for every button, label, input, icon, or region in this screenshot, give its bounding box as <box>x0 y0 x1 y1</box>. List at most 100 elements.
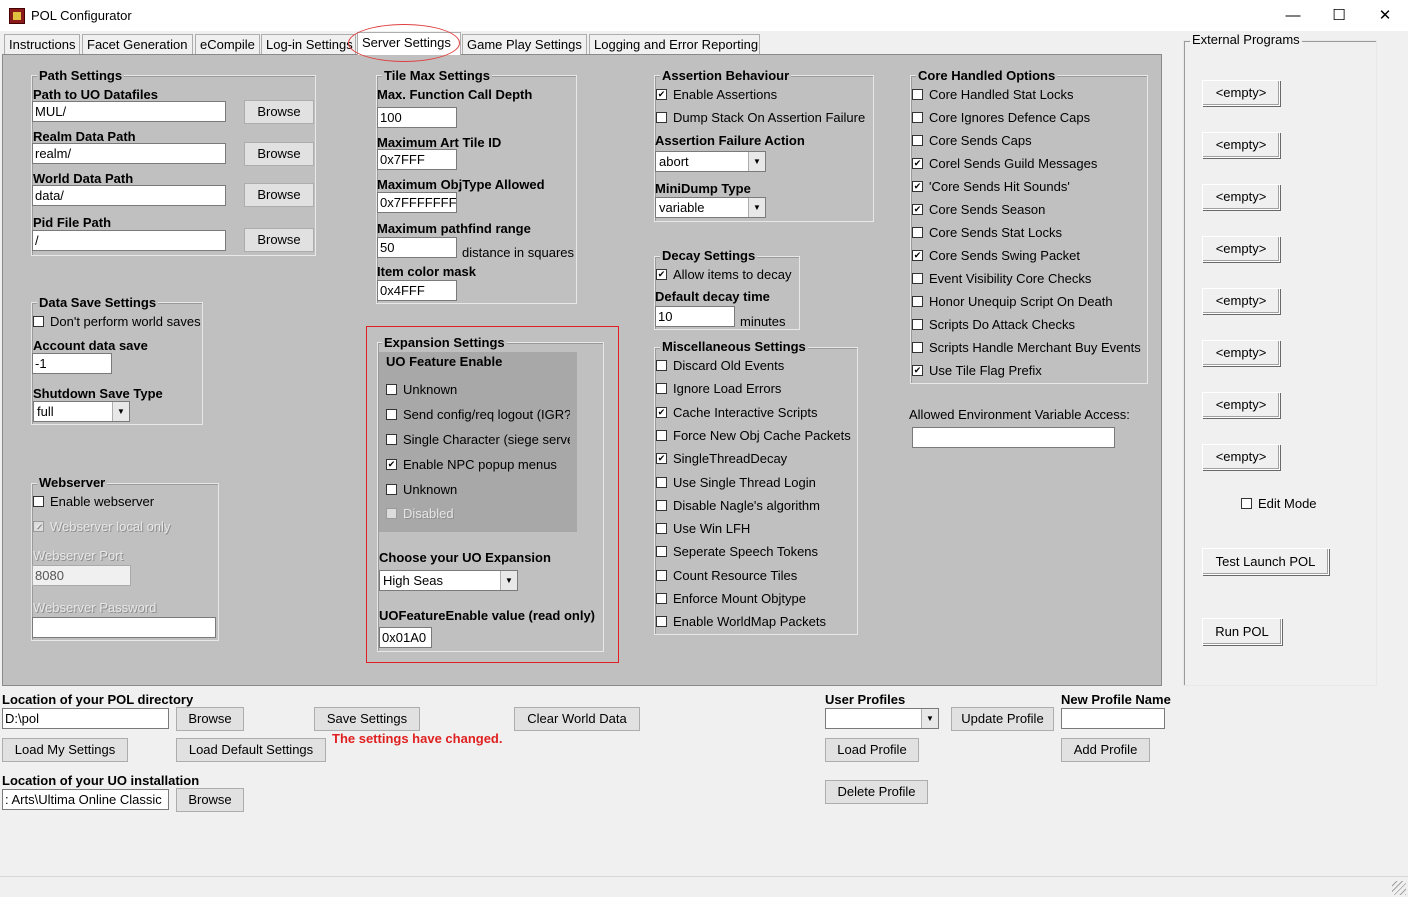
pol-dir-browse-button[interactable]: Browse <box>176 707 244 731</box>
core-option-checkbox-2[interactable]: Core Sends Caps <box>912 132 1032 150</box>
tab-ecompile[interactable]: eCompile <box>195 34 260 54</box>
misc-option-checkbox-1[interactable]: Ignore Load Errors <box>656 380 781 398</box>
new-profile-input[interactable] <box>1061 708 1165 729</box>
world-path-browse-button[interactable]: Browse <box>244 183 314 207</box>
realm-path-input[interactable]: realm/ <box>32 143 226 164</box>
core-option-checkbox-8[interactable]: Event Visibility Core Checks <box>912 270 1091 288</box>
color-mask-input[interactable]: 0x4FFF <box>377 280 457 301</box>
core-option-checkbox-1[interactable]: Core Ignores Defence Caps <box>912 109 1090 127</box>
feature-disabled-checkbox[interactable]: Disabled <box>386 505 454 523</box>
save-settings-button[interactable]: Save Settings <box>314 707 420 731</box>
edit-mode-checkbox[interactable]: Edit Mode <box>1241 495 1317 513</box>
shutdown-save-select[interactable]: full ▼ <box>33 401 130 422</box>
add-profile-button[interactable]: Add Profile <box>1061 738 1150 762</box>
close-button[interactable]: ✕ <box>1362 0 1408 31</box>
misc-option-box-1 <box>656 383 667 395</box>
resize-grip-icon[interactable] <box>1392 881 1406 895</box>
external-program-slot-4[interactable]: <empty> <box>1202 288 1280 314</box>
core-option-checkbox-0[interactable]: Core Handled Stat Locks <box>912 86 1074 104</box>
maximize-button[interactable]: ☐ <box>1316 0 1362 31</box>
feature-logout-checkbox[interactable]: Send config/req logout (IGR? <box>386 406 570 424</box>
core-option-checkbox-5[interactable]: Core Sends Season <box>912 201 1045 219</box>
world-path-input[interactable]: data/ <box>32 185 226 206</box>
dump-stack-checkbox[interactable]: Dump Stack On Assertion Failure <box>656 109 865 127</box>
misc-option-checkbox-3[interactable]: Force New Obj Cache Packets <box>656 427 851 445</box>
tab-logging-error-reporting[interactable]: Logging and Error Reporting <box>589 34 760 54</box>
external-program-slot-7[interactable]: <empty> <box>1202 444 1280 470</box>
horizontal-scrollbar[interactable] <box>0 876 1408 897</box>
core-option-checkbox-12[interactable]: Use Tile Flag Prefix <box>912 362 1042 380</box>
load-default-settings-button[interactable]: Load Default Settings <box>176 738 326 762</box>
core-option-checkbox-4[interactable]: 'Core Sends Hit Sounds' <box>912 178 1070 196</box>
core-option-checkbox-9[interactable]: Honor Unequip Script On Death <box>912 293 1113 311</box>
misc-option-checkbox-5[interactable]: Use Single Thread Login <box>656 474 816 492</box>
feature-npc-popup-checkbox[interactable]: Enable NPC popup menus <box>386 456 557 474</box>
feature-single-char-checkbox[interactable]: Single Character (siege serve <box>386 431 570 449</box>
pid-path-browse-button[interactable]: Browse <box>244 228 314 252</box>
allow-decay-checkbox[interactable]: Allow items to decay <box>656 266 792 284</box>
core-option-checkbox-7[interactable]: Core Sends Swing Packet <box>912 247 1080 265</box>
enable-webserver-checkbox[interactable]: Enable webserver <box>33 493 154 511</box>
art-tile-input[interactable]: 0x7FFF <box>377 149 457 170</box>
webserver-port-input[interactable]: 8080 <box>32 565 131 586</box>
core-option-checkbox-6[interactable]: Core Sends Stat Locks <box>912 224 1062 242</box>
external-program-slot-1[interactable]: <empty> <box>1202 132 1280 158</box>
uo-install-browse-button[interactable]: Browse <box>176 788 244 812</box>
feature-unknown-2-checkbox[interactable]: Unknown <box>386 481 457 499</box>
external-program-slot-0[interactable]: <empty> <box>1202 80 1280 106</box>
feature-unknown-1-checkbox[interactable]: Unknown <box>386 381 457 399</box>
load-profile-button[interactable]: Load Profile <box>825 738 919 762</box>
webserver-local-checkbox[interactable]: Webserver local only <box>33 518 170 536</box>
tab-facet-generation[interactable]: Facet Generation <box>82 34 193 54</box>
misc-option-checkbox-6[interactable]: Disable Nagle's algorithm <box>656 497 820 515</box>
core-option-checkbox-10[interactable]: Scripts Do Attack Checks <box>912 316 1075 334</box>
failure-action-value: abort <box>659 154 689 169</box>
misc-option-checkbox-2[interactable]: Cache Interactive Scripts <box>656 404 818 422</box>
tab-login-settings[interactable]: Log-in Settings <box>261 34 356 54</box>
clear-world-data-button[interactable]: Clear World Data <box>514 707 640 731</box>
tab-game-play-settings[interactable]: Game Play Settings <box>462 34 587 54</box>
failure-action-select[interactable]: abort ▼ <box>655 151 766 172</box>
misc-option-checkbox-9[interactable]: Count Resource Tiles <box>656 567 797 585</box>
data-save-title: Data Save Settings <box>37 295 159 310</box>
misc-option-checkbox-10[interactable]: Enforce Mount Objtype <box>656 590 806 608</box>
test-launch-button[interactable]: Test Launch POL <box>1202 548 1329 575</box>
tab-instructions[interactable]: Instructions <box>4 34 80 54</box>
user-profiles-select[interactable]: ▼ <box>825 708 939 729</box>
uo-install-input[interactable]: : Arts\Ultima Online Classic <box>2 789 169 810</box>
minimize-button[interactable]: — <box>1270 0 1316 31</box>
external-program-slot-3[interactable]: <empty> <box>1202 236 1280 262</box>
external-program-slot-2[interactable]: <empty> <box>1202 184 1280 210</box>
pid-path-input[interactable]: / <box>32 230 226 251</box>
enable-assertions-checkbox[interactable]: Enable Assertions <box>656 86 777 104</box>
external-program-slot-6[interactable]: <empty> <box>1202 392 1280 418</box>
run-pol-button[interactable]: Run POL <box>1202 618 1282 645</box>
core-option-checkbox-11[interactable]: Scripts Handle Merchant Buy Events <box>912 339 1141 357</box>
delete-profile-button[interactable]: Delete Profile <box>825 780 928 804</box>
external-program-slot-5[interactable]: <empty> <box>1202 340 1280 366</box>
misc-option-checkbox-8[interactable]: Seperate Speech Tokens <box>656 543 818 561</box>
misc-option-checkbox-0[interactable]: Discard Old Events <box>656 357 784 375</box>
uo-datafiles-input[interactable]: MUL/ <box>32 101 226 122</box>
account-save-input[interactable]: -1 <box>32 353 112 374</box>
misc-option-checkbox-4[interactable]: SingleThreadDecay <box>656 450 787 468</box>
objtype-input[interactable]: 0x7FFFFFFF <box>377 192 457 213</box>
dont-save-checkbox[interactable]: Don't perform world saves <box>33 313 201 331</box>
webserver-password-input[interactable] <box>32 617 216 638</box>
misc-option-checkbox-11[interactable]: Enable WorldMap Packets <box>656 613 826 631</box>
minidump-select[interactable]: variable ▼ <box>655 197 766 218</box>
env-access-input[interactable] <box>912 427 1115 448</box>
pol-dir-input[interactable]: D:\pol <box>2 708 169 729</box>
choose-expansion-select[interactable]: High Seas ▼ <box>379 570 518 591</box>
update-profile-button[interactable]: Update Profile <box>951 707 1054 731</box>
load-my-settings-button[interactable]: Load My Settings <box>2 738 128 762</box>
misc-option-checkbox-7[interactable]: Use Win LFH <box>656 520 750 538</box>
uo-datafiles-browse-button[interactable]: Browse <box>244 100 314 124</box>
pathfind-input[interactable]: 50 <box>377 237 457 258</box>
feature-value-input[interactable]: 0x01A0 <box>379 627 432 648</box>
misc-title: Miscellaneous Settings <box>660 339 808 354</box>
realm-path-browse-button[interactable]: Browse <box>244 142 314 166</box>
core-option-checkbox-3[interactable]: Corel Sends Guild Messages <box>912 155 1097 173</box>
call-depth-input[interactable]: 100 <box>377 107 457 128</box>
decay-time-input[interactable]: 10 <box>655 306 735 327</box>
